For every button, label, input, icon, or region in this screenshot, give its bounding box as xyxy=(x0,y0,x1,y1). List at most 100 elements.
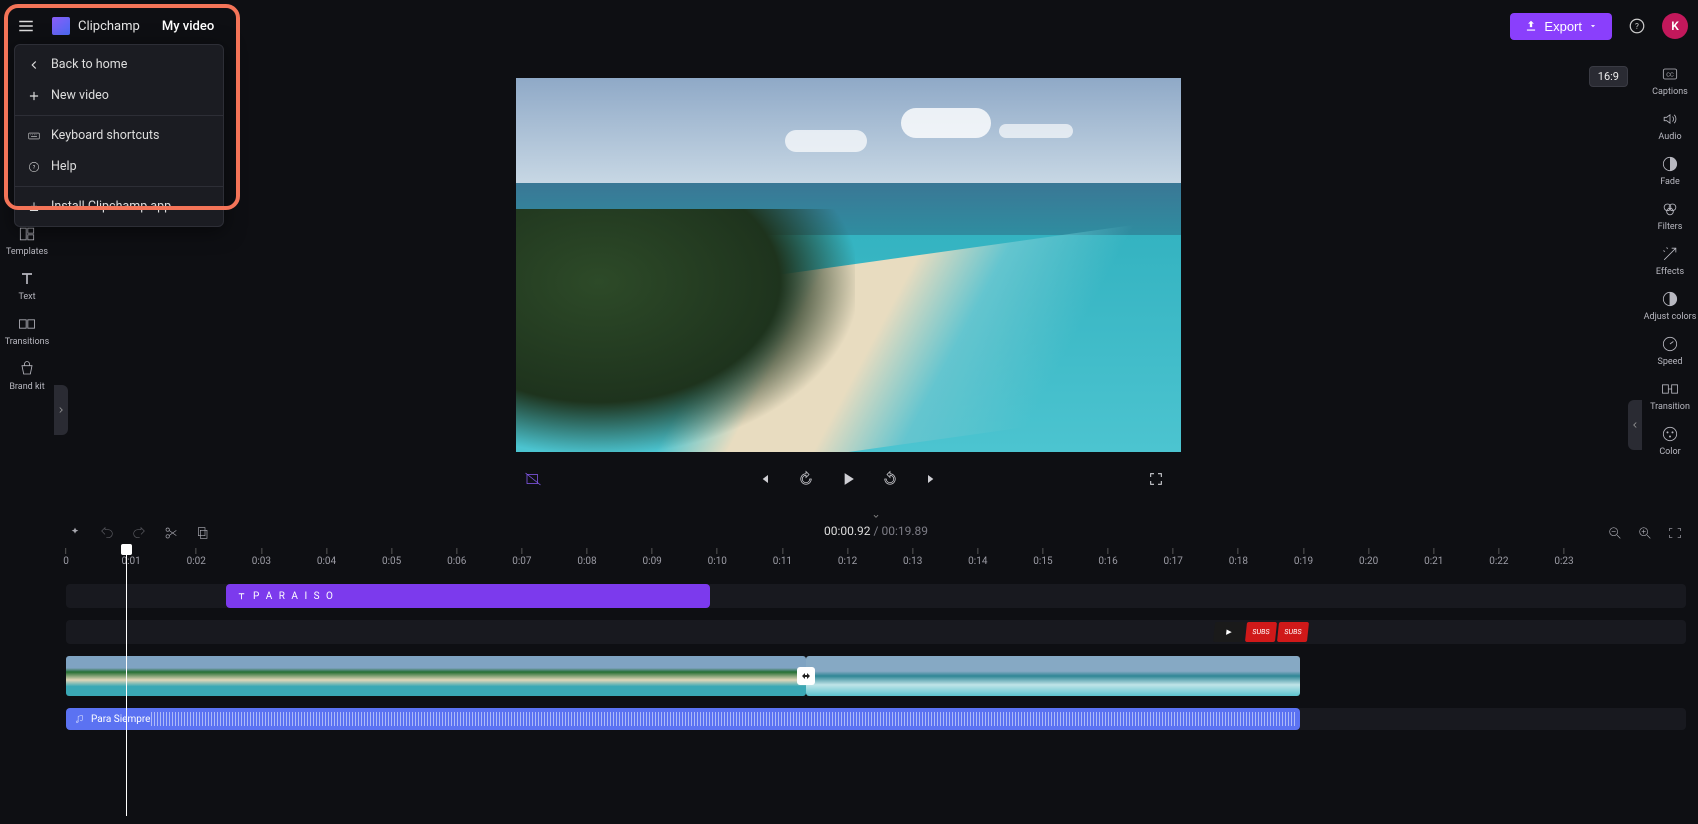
preview-canvas[interactable] xyxy=(516,78,1181,452)
help-icon: ? xyxy=(27,160,41,174)
svg-text:?: ? xyxy=(33,164,36,170)
right-sidebar: CC Captions Audio Fade Filters Effects A… xyxy=(1642,52,1698,512)
skip-end-button[interactable] xyxy=(921,468,943,490)
sidebar-text[interactable]: Text xyxy=(2,263,52,308)
svg-text:?: ? xyxy=(1635,22,1639,32)
menu-keyboard-shortcuts[interactable]: Keyboard shortcuts xyxy=(15,120,223,151)
total-duration: 00:19.89 xyxy=(881,524,928,538)
video-clip-2[interactable] xyxy=(806,656,1300,696)
forward-icon xyxy=(881,470,899,488)
effects-icon xyxy=(1660,244,1680,264)
rightbar-audio[interactable]: Audio xyxy=(1643,103,1697,148)
ruler-tick: 0:04 xyxy=(317,548,336,567)
subscribe-badge: SUBS xyxy=(1277,622,1309,642)
fullscreen-button[interactable] xyxy=(1145,468,1167,490)
menu-install-app[interactable]: Install Clipchamp app xyxy=(15,191,223,222)
rightbar-effects[interactable]: Effects xyxy=(1643,238,1697,283)
download-icon xyxy=(27,200,41,214)
rightbar-transition[interactable]: Transition xyxy=(1643,373,1697,418)
skip-start-button[interactable] xyxy=(753,468,775,490)
text-icon xyxy=(236,591,247,602)
ruler-tick: 0:14 xyxy=(968,548,987,567)
menu-back-to-home[interactable]: Back to home xyxy=(15,49,223,80)
timeline-tracks: P A R A I S O ▶ SUBS SUBS xyxy=(66,584,1686,816)
timeline-ruler[interactable]: 00:010:020:030:040:050:060:070:080:090:1… xyxy=(66,548,1686,572)
brand-kit-icon xyxy=(17,359,37,379)
text-track[interactable]: P A R A I S O xyxy=(66,584,1686,608)
captions-icon: CC xyxy=(1660,64,1680,84)
ruler-tick: 0:22 xyxy=(1489,548,1508,567)
hamburger-menu-button[interactable] xyxy=(10,10,42,42)
chevron-right-icon xyxy=(56,405,66,415)
export-label: Export xyxy=(1544,19,1582,34)
avatar-initial: K xyxy=(1671,19,1679,33)
overlay-track[interactable]: ▶ SUBS SUBS xyxy=(66,620,1686,644)
zoom-out-button[interactable] xyxy=(1606,524,1624,542)
audio-clip-label: Para Siempre xyxy=(91,714,150,725)
split-button[interactable] xyxy=(162,524,180,542)
ruler-tick: 0:12 xyxy=(838,548,857,567)
user-avatar[interactable]: K xyxy=(1662,13,1688,39)
menu-new-video[interactable]: New video xyxy=(15,80,223,111)
help-button[interactable]: ? xyxy=(1622,11,1652,41)
zoom-fit-button[interactable] xyxy=(1666,524,1684,542)
subscribe-icon: ▶ xyxy=(1213,622,1245,642)
ruler-tick: 0:17 xyxy=(1164,548,1183,567)
text-icon xyxy=(17,269,37,289)
ruler-tick: 0:02 xyxy=(187,548,206,567)
subscribe-clip[interactable]: ▶ SUBS SUBS xyxy=(1214,620,1308,644)
ruler-tick: 0:10 xyxy=(708,548,727,567)
menu-help[interactable]: ? Help xyxy=(15,151,223,182)
timeline-collapse[interactable] xyxy=(856,506,896,518)
title-clip[interactable]: P A R A I S O xyxy=(226,584,710,608)
rightbar-filters[interactable]: Filters xyxy=(1643,193,1697,238)
audio-track[interactable]: Para Siempre xyxy=(66,708,1686,730)
video-track[interactable] xyxy=(66,656,1686,696)
zoom-fit-icon xyxy=(1667,525,1683,541)
speed-icon xyxy=(1660,334,1680,354)
copy-button[interactable] xyxy=(194,524,212,542)
redo-button[interactable] xyxy=(130,524,148,542)
transition-marker[interactable] xyxy=(797,667,815,685)
sidebar-brand-kit[interactable]: Brand kit xyxy=(2,353,52,398)
top-bar: Clipchamp My video Export ? K xyxy=(0,0,1698,52)
ruler-tick: 0:09 xyxy=(643,548,662,567)
zoom-out-icon xyxy=(1607,525,1623,541)
copy-icon xyxy=(195,525,211,541)
forward-button[interactable] xyxy=(879,468,901,490)
transition-icon xyxy=(800,670,812,682)
title-clip-label: P A R A I S O xyxy=(253,591,335,602)
auto-button[interactable] xyxy=(66,524,84,542)
project-name[interactable]: My video xyxy=(162,19,214,34)
ruler-tick: 0:18 xyxy=(1229,548,1248,567)
upload-icon xyxy=(1524,19,1538,33)
undo-button[interactable] xyxy=(98,524,116,542)
scissors-icon xyxy=(163,525,179,541)
ruler-tick: 0:05 xyxy=(382,548,401,567)
video-clip-1[interactable] xyxy=(66,656,806,696)
templates-icon xyxy=(17,224,37,244)
sidebar-transitions[interactable]: Transitions xyxy=(2,308,52,353)
play-button[interactable] xyxy=(837,468,859,490)
export-button[interactable]: Export xyxy=(1510,13,1612,40)
zoom-in-button[interactable] xyxy=(1636,524,1654,542)
rightbar-speed[interactable]: Speed xyxy=(1643,328,1697,373)
preview-unit: 16:9 xyxy=(54,60,1642,512)
fade-icon xyxy=(1660,154,1680,174)
left-panel-expand[interactable] xyxy=(54,385,68,435)
ruler-tick: 0:20 xyxy=(1359,548,1378,567)
rightbar-color[interactable]: Color xyxy=(1643,418,1697,463)
rightbar-fade[interactable]: Fade xyxy=(1643,148,1697,193)
audio-clip[interactable]: Para Siempre xyxy=(66,708,1300,730)
rightbar-captions[interactable]: CC Captions xyxy=(1643,58,1697,103)
aspect-ratio-button[interactable]: 16:9 xyxy=(1589,66,1628,87)
svg-text:CC: CC xyxy=(1666,73,1674,79)
playhead[interactable] xyxy=(126,548,127,816)
undo-icon xyxy=(99,525,115,541)
rewind-button[interactable] xyxy=(795,468,817,490)
rightbar-adjust-colors[interactable]: Adjust colors xyxy=(1643,283,1697,328)
effects-toggle-button[interactable] xyxy=(522,468,544,490)
chevron-down-icon xyxy=(1588,21,1598,31)
rewind-icon xyxy=(797,470,815,488)
ruler-tick: 0:19 xyxy=(1294,548,1313,567)
